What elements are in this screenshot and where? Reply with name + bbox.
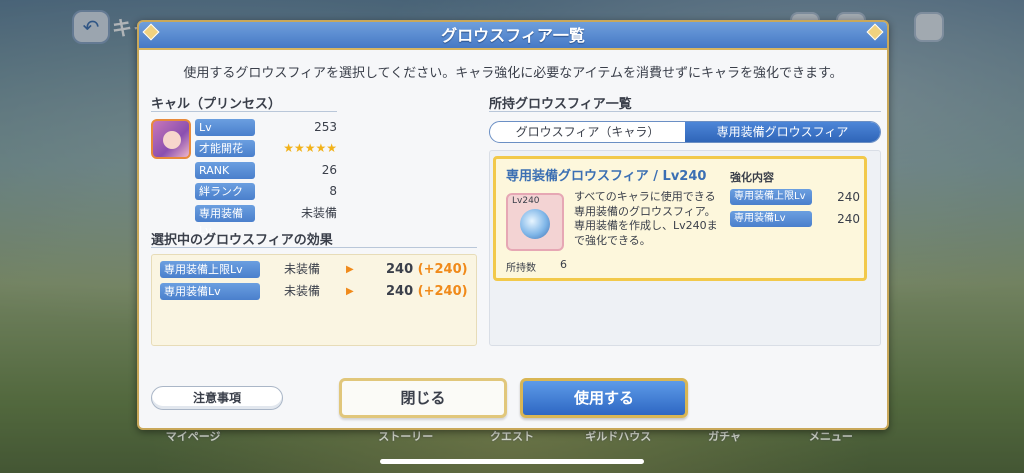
- character-name: キャル（プリンセス）: [151, 97, 282, 112]
- arrow-right-icon: ▶: [346, 286, 354, 297]
- growsphere-card-selected[interactable]: 専用装備グロウスフィア / Lv240 Lv240 所持数 6 すべてのキャラに…: [493, 156, 867, 281]
- effect-section-title: 選択中のグロウスフィアの効果: [151, 233, 333, 248]
- stat-value: 26: [321, 163, 337, 177]
- effect-plus: (+240): [417, 284, 468, 299]
- notes-button[interactable]: 注意事項: [151, 386, 283, 410]
- effect-new-number: 240: [386, 262, 414, 277]
- enhance-row: 専用装備Lv 240: [730, 211, 860, 228]
- growsphere-dialog: グロウスフィア一覧 使用するグロウスフィアを選択してください。キャラ強化に必要な…: [137, 20, 889, 430]
- enhance-title: 強化内容: [730, 171, 774, 184]
- star-rating-icon: ★★★★★: [283, 141, 337, 155]
- enhance-label: 専用装備上限Lv: [730, 189, 812, 205]
- instruction-text: 使用するグロウスフィアを選択してください。キャラ強化に必要なアイテムを消費せずに…: [183, 66, 843, 81]
- stat-value: 8: [329, 184, 337, 198]
- effect-current: 未装備: [284, 262, 321, 276]
- growsphere-item-icon[interactable]: Lv240: [506, 193, 564, 251]
- divider: [489, 111, 881, 112]
- effect-new-value: 240 (+240): [386, 261, 468, 278]
- divider: [151, 247, 477, 248]
- stat-row-rank: RANK 26: [195, 162, 337, 180]
- item-level-label: Lv240: [512, 196, 540, 206]
- stat-label: 絆ランク: [195, 183, 255, 200]
- effect-new-number: 240: [386, 284, 414, 299]
- stat-row-level: Lv 253: [195, 119, 337, 137]
- enhance-value: 240: [837, 190, 860, 204]
- item-description: すべてのキャラに使用できる専用装備のグロウスフィア。専用装備を作成し、Lv240…: [574, 190, 718, 247]
- dialog-title: グロウスフィア一覧: [441, 26, 585, 45]
- stat-value: 未装備: [300, 206, 337, 220]
- stat-row-bond: 絆ランク 8: [195, 183, 337, 201]
- use-button[interactable]: 使用する: [520, 378, 688, 418]
- tab-character-growsphere[interactable]: グロウスフィア（キャラ）: [490, 122, 685, 142]
- effect-current: 未装備: [284, 284, 321, 298]
- avatar-face: [163, 131, 181, 149]
- stat-label: 専用装備Lv: [195, 205, 255, 237]
- effect-label: 専用装備Lv: [160, 283, 260, 300]
- owned-count-label: 所持数: [506, 263, 536, 274]
- enhance-row: 専用装備上限Lv 240: [730, 189, 860, 206]
- enhance-value: 240: [837, 212, 860, 226]
- effect-new-value: 240 (+240): [386, 283, 468, 300]
- arrow-right-icon: ▶: [346, 264, 354, 275]
- owned-count-value: 6: [560, 258, 567, 271]
- stat-row-equip-level: 専用装備Lv 未装備: [195, 205, 337, 237]
- stat-label: RANK: [195, 162, 255, 179]
- dialog-header: グロウスフィア一覧: [139, 22, 887, 50]
- divider: [151, 111, 337, 112]
- effect-panel: 専用装備上限Lv 未装備 ▶ 240 (+240) 専用装備Lv 未装備 ▶ 2…: [151, 254, 477, 346]
- owned-section-title: 所持グロウスフィア一覧: [489, 97, 632, 112]
- effect-row: 専用装備Lv 未装備 ▶ 240 (+240): [160, 283, 472, 301]
- growsphere-tabs: グロウスフィア（キャラ） 専用装備グロウスフィア: [489, 121, 881, 143]
- tab-equipment-growsphere[interactable]: 専用装備グロウスフィア: [685, 122, 880, 142]
- effect-plus: (+240): [417, 262, 468, 277]
- stat-label: Lv: [195, 119, 255, 136]
- stat-row-talent: 才能開花 ★★★★★: [195, 140, 337, 158]
- close-button[interactable]: 閉じる: [339, 378, 507, 418]
- effect-row: 専用装備上限Lv 未装備 ▶ 240 (+240): [160, 261, 472, 279]
- effect-label: 専用装備上限Lv: [160, 261, 260, 278]
- character-avatar: [151, 119, 191, 159]
- crystal-gem-icon: [520, 209, 550, 239]
- stat-label: 才能開花: [195, 140, 255, 157]
- home-indicator[interactable]: [380, 459, 644, 464]
- enhance-label: 専用装備Lv: [730, 211, 812, 227]
- stat-value: 253: [314, 120, 337, 134]
- card-title: 専用装備グロウスフィア / Lv240: [506, 169, 707, 184]
